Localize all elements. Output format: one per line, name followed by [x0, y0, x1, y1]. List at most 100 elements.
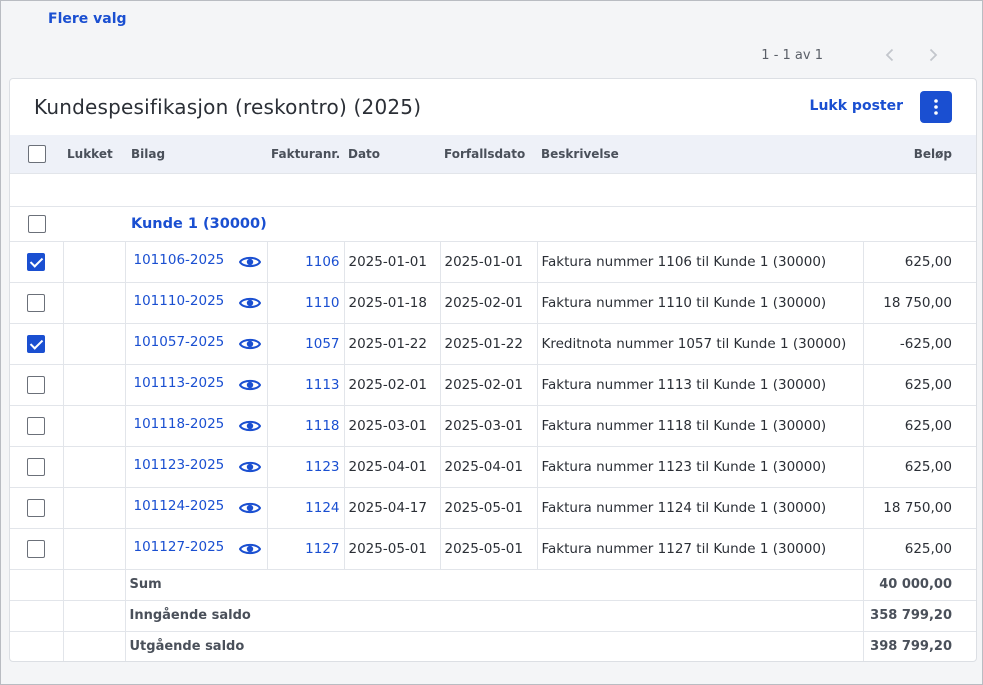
date-cell: 2025-03-01 — [343, 404, 440, 446]
invoice-link[interactable]: 1123 — [305, 459, 339, 475]
invoice-link[interactable]: 1106 — [305, 254, 339, 270]
description-cell: Faktura nummer 1127 til Kunde 1 (30000) — [536, 527, 863, 569]
row-checkbox[interactable] — [27, 457, 46, 476]
group-row: Kunde 1 (30000) — [10, 205, 976, 241]
card-title: Kundespesifikasjon (reskontro) (2025) — [34, 95, 422, 119]
eye-icon — [238, 256, 261, 267]
invoice-link[interactable]: 1113 — [305, 377, 339, 393]
table-row: 101110-2025 1110 2025-01-18 2025-02-01 Faktu… — [10, 281, 976, 323]
view-voucher-button[interactable] — [238, 457, 261, 477]
view-voucher-button[interactable] — [238, 293, 261, 313]
invoice-link[interactable]: 1057 — [305, 336, 339, 352]
row-checkbox[interactable] — [27, 375, 46, 394]
closed-cell — [62, 486, 125, 528]
closed-cell — [62, 322, 125, 364]
date-cell: 2025-02-01 — [343, 363, 440, 405]
description-cell: Kreditnota nummer 1057 til Kunde 1 (3000… — [536, 322, 863, 364]
row-checkbox[interactable] — [27, 539, 46, 558]
due-date-cell: 2025-03-01 — [439, 404, 537, 446]
chevron-right-icon — [929, 48, 937, 62]
total-label: Utgående saldo — [124, 630, 863, 661]
closed-cell — [62, 240, 125, 282]
next-page-button[interactable] — [922, 45, 944, 65]
col-description: Beskrivelse — [541, 146, 619, 161]
col-invoice-no: Fakturanr. — [271, 146, 341, 161]
date-cell: 2025-05-01 — [343, 527, 440, 569]
view-voucher-button[interactable] — [238, 375, 261, 395]
empty-row — [10, 172, 976, 206]
description-cell: Faktura nummer 1124 til Kunde 1 (30000) — [536, 486, 863, 528]
view-voucher-button[interactable] — [238, 252, 261, 272]
voucher-link[interactable]: 101123-2025 — [134, 457, 225, 473]
pagination-range: 1 - 1 av 1 — [761, 47, 823, 63]
table-row: 101123-2025 1123 2025-04-01 2025-04-01 Faktu… — [10, 445, 976, 487]
date-cell: 2025-04-17 — [343, 486, 440, 528]
closed-cell — [62, 363, 125, 405]
eye-icon — [238, 543, 261, 554]
col-due-date: Forfallsdato — [444, 146, 526, 161]
voucher-link[interactable]: 101113-2025 — [134, 375, 225, 391]
col-voucher: Bilag — [131, 146, 166, 161]
total-value: 398 799,20 — [862, 630, 976, 661]
close-entries-button[interactable]: Lukk poster — [810, 98, 903, 114]
table-header: Lukket Bilag Fakturanr. Dato Forfallsdat… — [10, 135, 976, 173]
eye-icon — [238, 297, 261, 308]
table-row: 101106-2025 1106 2025-01-01 2025-01-01 Faktu… — [10, 240, 976, 282]
date-cell: 2025-01-01 — [343, 240, 440, 282]
group-label[interactable]: Kunde 1 (30000) — [131, 216, 267, 232]
amount-cell: 625,00 — [862, 363, 976, 405]
due-date-cell: 2025-05-01 — [439, 527, 537, 569]
group-checkbox[interactable] — [27, 214, 46, 233]
voucher-link[interactable]: 101110-2025 — [134, 293, 225, 309]
table-row: 101127-2025 1127 2025-05-01 2025-05-01 Faktu… — [10, 527, 976, 569]
more-options-link[interactable]: Flere valg — [48, 11, 127, 27]
description-cell: Faktura nummer 1113 til Kunde 1 (30000) — [536, 363, 863, 405]
row-checkbox[interactable] — [27, 416, 46, 435]
total-value: 358 799,20 — [862, 599, 976, 631]
voucher-link[interactable]: 101057-2025 — [134, 334, 225, 350]
voucher-link[interactable]: 101118-2025 — [134, 416, 225, 432]
eye-icon — [238, 420, 261, 431]
invoice-link[interactable]: 1124 — [305, 500, 339, 516]
pagination: 1 - 1 av 1 — [761, 45, 944, 65]
invoice-link[interactable]: 1127 — [305, 541, 339, 557]
row-checkbox[interactable] — [27, 252, 46, 271]
amount-cell: 625,00 — [862, 404, 976, 446]
view-voucher-button[interactable] — [238, 539, 261, 559]
due-date-cell: 2025-02-01 — [439, 281, 537, 323]
amount-cell: -625,00 — [862, 322, 976, 364]
invoice-link[interactable]: 1118 — [305, 418, 339, 434]
view-voucher-button[interactable] — [238, 498, 261, 518]
voucher-link[interactable]: 101106-2025 — [134, 252, 225, 268]
col-closed: Lukket — [67, 146, 113, 161]
invoice-link[interactable]: 1110 — [305, 295, 339, 311]
more-menu-button[interactable] — [920, 91, 952, 123]
table-row: 101118-2025 1118 2025-03-01 2025-03-01 Faktu… — [10, 404, 976, 446]
select-all-checkbox[interactable] — [27, 144, 46, 163]
voucher-link[interactable]: 101127-2025 — [134, 539, 225, 555]
amount-cell: 625,00 — [862, 445, 976, 487]
due-date-cell: 2025-05-01 — [439, 486, 537, 528]
table-row: 101124-2025 1124 2025-04-17 2025-05-01 Faktu… — [10, 486, 976, 528]
kebab-icon — [934, 99, 938, 115]
customer-ledger-card: Kundespesifikasjon (reskontro) (2025) Lu… — [9, 78, 977, 662]
date-cell: 2025-01-18 — [343, 281, 440, 323]
chevron-left-icon — [885, 48, 893, 62]
eye-icon — [238, 502, 261, 513]
due-date-cell: 2025-02-01 — [439, 363, 537, 405]
due-date-cell: 2025-01-01 — [439, 240, 537, 282]
prev-page-button[interactable] — [878, 45, 900, 65]
voucher-link[interactable]: 101124-2025 — [134, 498, 225, 514]
amount-cell: 625,00 — [862, 527, 976, 569]
row-checkbox[interactable] — [27, 293, 46, 312]
row-checkbox[interactable] — [27, 498, 46, 517]
view-voucher-button[interactable] — [238, 334, 261, 354]
due-date-cell: 2025-01-22 — [439, 322, 537, 364]
col-date: Dato — [348, 146, 381, 161]
table-row: 101113-2025 1113 2025-02-01 2025-02-01 Faktu… — [10, 363, 976, 405]
amount-cell: 18 750,00 — [862, 281, 976, 323]
total-value: 40 000,00 — [862, 568, 976, 600]
view-voucher-button[interactable] — [238, 416, 261, 436]
total-row: Inngående saldo 358 799,20 — [10, 599, 976, 631]
row-checkbox[interactable] — [27, 334, 46, 353]
